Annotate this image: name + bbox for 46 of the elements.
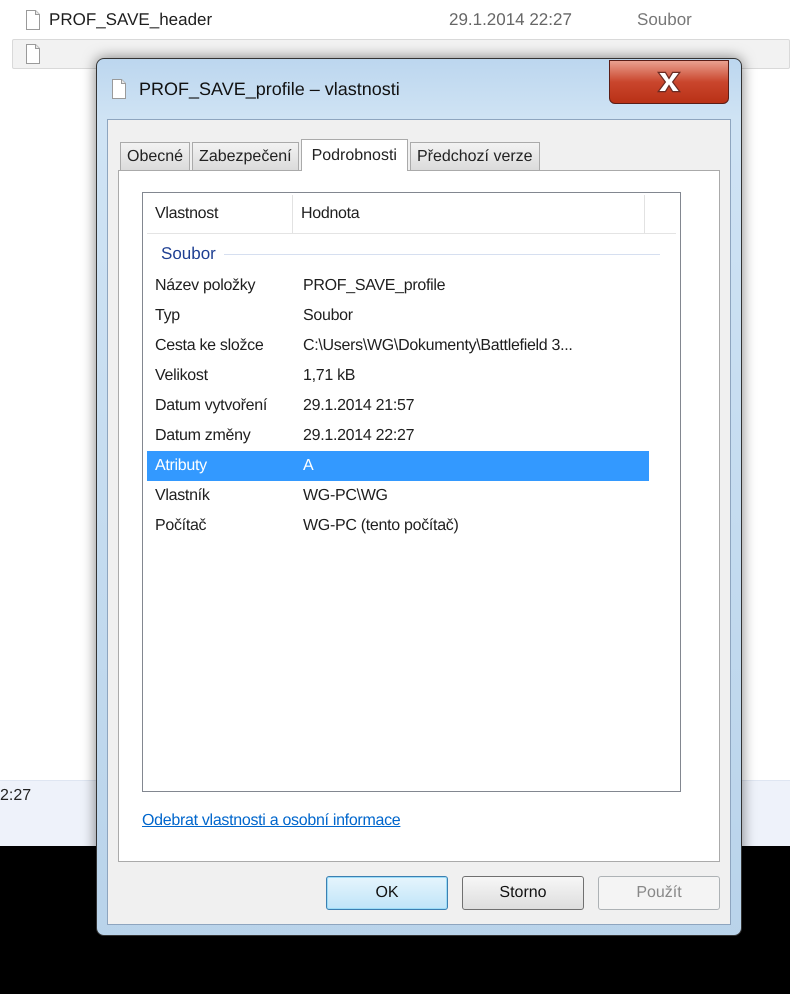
column-header[interactable]: Vlastnost [147, 195, 293, 233]
property-row[interactable]: Počítač WG-PC (tento počítač) [147, 511, 676, 541]
property-value: A [303, 457, 314, 475]
group-header: Soubor [161, 244, 216, 264]
property-name: Vlastník [154, 487, 211, 505]
close-button[interactable] [609, 60, 729, 104]
file-icon [25, 10, 41, 30]
tab[interactable]: Zabezpečení [192, 142, 299, 170]
property-name: Počítač [154, 517, 208, 535]
property-row[interactable]: Datum vytvoření 29.1.2014 21:57 [147, 391, 676, 421]
property-name: Velikost [154, 367, 209, 385]
property-row[interactable]: Vlastník WG-PC\WG [147, 481, 676, 511]
property-row[interactable]: Cesta ke složce C:\Users\WG\Dokumenty\Battlefield 3... [147, 331, 676, 361]
property-value: 29.1.2014 22:27 [303, 427, 414, 445]
property-row[interactable]: Název položky PROF_SAVE_profile [147, 271, 676, 301]
dialog-button[interactable]: Storno [462, 876, 584, 910]
property-value: WG-PC\WG [303, 487, 388, 505]
property-row[interactable]: Datum změny 29.1.2014 22:27 [147, 421, 676, 451]
property-value: WG-PC (tento počítač) [303, 517, 459, 535]
property-row[interactable]: Typ Soubor [147, 301, 676, 331]
file-icon [111, 79, 127, 99]
details-text: 2:27 [0, 787, 32, 804]
file-type: Soubor [637, 10, 692, 30]
property-name: Datum vytvoření [154, 397, 268, 415]
property-value: Soubor [303, 307, 353, 325]
property-value: 29.1.2014 21:57 [303, 397, 414, 415]
property-row[interactable]: Velikost 1,71 kB [147, 361, 676, 391]
file-name: PROF_SAVE_header [49, 10, 214, 30]
dialog-button[interactable]: OK [326, 876, 448, 910]
property-name: Název položky [154, 277, 256, 295]
remove-properties-link[interactable]: Odebrat vlastnosti a osobní informace [142, 812, 400, 829]
column-header[interactable]: Hodnota [293, 195, 645, 233]
tab[interactable]: Předchozí verze [410, 142, 540, 170]
property-name: Atributy [154, 457, 208, 475]
file-date: 29.1.2014 22:27 [449, 10, 573, 30]
property-name: Datum změny [154, 427, 252, 445]
property-value: C:\Users\WG\Dokumenty\Battlefield 3... [303, 337, 573, 355]
property-value: 1,71 kB [303, 367, 356, 385]
window-title: PROF_SAVE_profile – vlastnosti [139, 78, 400, 100]
property-name: Cesta ke složce [154, 337, 264, 355]
tab[interactable]: Obecné [120, 142, 190, 170]
file-row[interactable]: PROF_SAVE_header 29.1.2014 22:27 Soubor [12, 5, 790, 35]
property-value: PROF_SAVE_profile [303, 277, 446, 295]
property-name: Typ [154, 307, 181, 325]
tab[interactable]: Podrobnosti [300, 139, 408, 171]
file-icon [25, 44, 41, 64]
